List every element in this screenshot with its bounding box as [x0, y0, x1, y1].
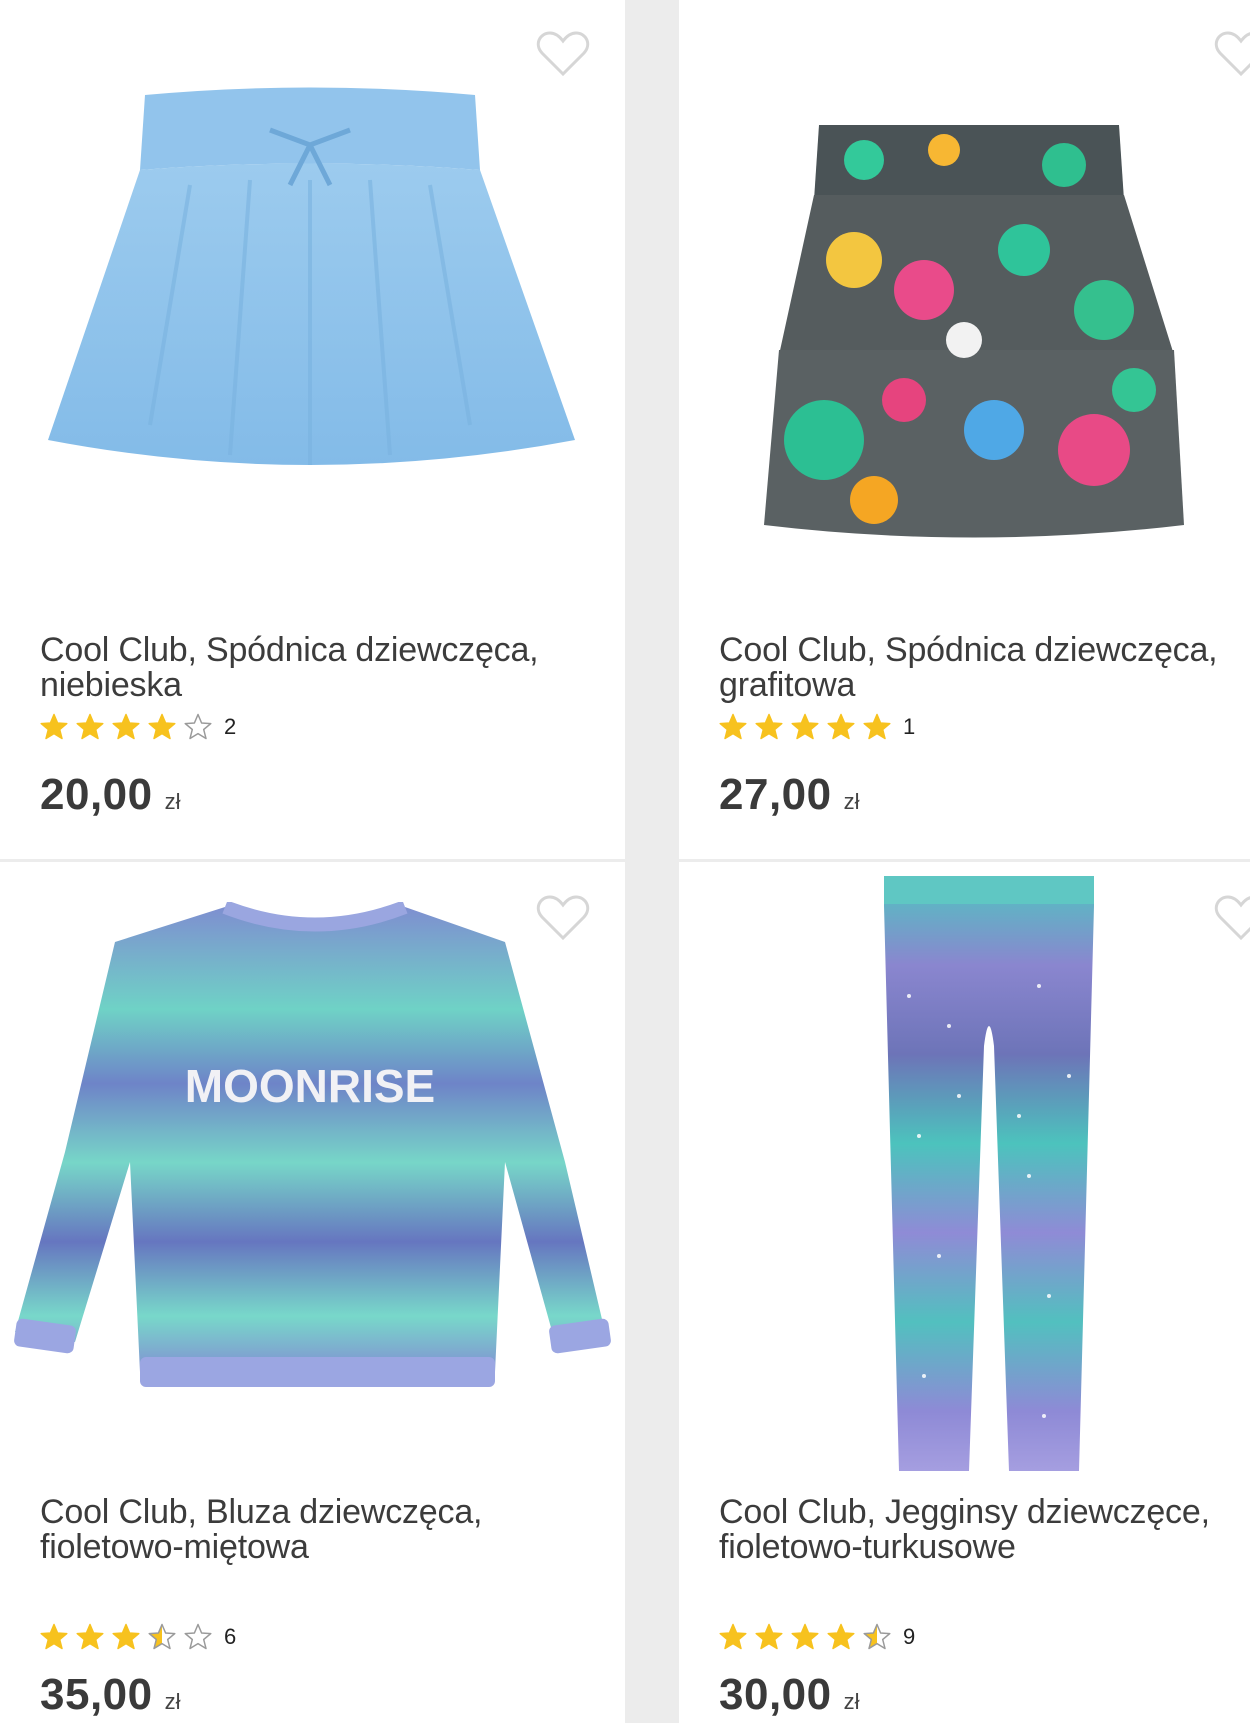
price-currency: zł: [164, 1689, 181, 1714]
star-filled-icon: [148, 713, 176, 740]
product-card[interactable]: Cool Club, Spódnica dziewczęca, grafitow…: [679, 0, 1250, 859]
star-filled-icon: [755, 1623, 783, 1650]
star-half-icon: [863, 1623, 891, 1650]
star-filled-icon: [112, 1623, 140, 1650]
review-count: 9: [903, 1624, 916, 1649]
star-filled-icon: [40, 1623, 68, 1650]
review-count: 2: [224, 714, 237, 739]
price: 27,00 zł: [719, 770, 860, 820]
star-filled-icon: [40, 713, 68, 740]
star-filled-icon: [863, 713, 891, 740]
price-currency: zł: [843, 1689, 860, 1714]
star-filled-icon: [112, 713, 140, 740]
star-filled-icon: [827, 713, 855, 740]
star-filled-icon: [827, 1623, 855, 1650]
star-filled-icon: [791, 1623, 819, 1650]
star-filled-icon: [791, 713, 819, 740]
product-title-line2[interactable]: fioletowo-miętowa: [40, 1530, 580, 1565]
price: 35,00 zł: [40, 1670, 181, 1720]
heart-outline-icon[interactable]: [1214, 30, 1250, 78]
sweatshirt-print: MOONRISE: [185, 1060, 435, 1112]
product-image[interactable]: [879, 876, 1099, 1476]
product-title-line1[interactable]: Cool Club, Spódnica dziewczęca,: [719, 633, 1250, 668]
star-empty-icon: [184, 1623, 212, 1650]
product-title-line2[interactable]: niebieska: [40, 668, 580, 703]
heart-outline-icon[interactable]: [1214, 894, 1250, 942]
product-title-line2[interactable]: grafitowa: [719, 668, 1250, 703]
review-count: 1: [903, 714, 916, 739]
product-card[interactable]: Cool Club, Jegginsy dziewczęce, fioletow…: [679, 862, 1250, 1723]
product-image[interactable]: [764, 120, 1184, 540]
star-filled-icon: [755, 713, 783, 740]
rating: 1: [719, 713, 915, 741]
product-image[interactable]: [40, 85, 585, 495]
price-value: 35,00: [40, 1670, 153, 1719]
price: 30,00 zł: [719, 1670, 860, 1720]
star-filled-icon: [76, 713, 104, 740]
review-count: 6: [224, 1624, 237, 1649]
rating: 2: [40, 713, 236, 741]
price-value: 27,00: [719, 770, 832, 819]
product-image[interactable]: MOONRISE: [5, 902, 620, 1422]
star-filled-icon: [719, 713, 747, 740]
product-title-line1[interactable]: Cool Club, Bluza dziewczęca,: [40, 1495, 580, 1530]
rating: 9: [719, 1623, 915, 1651]
price: 20,00 zł: [40, 770, 181, 820]
rating: 6: [40, 1623, 236, 1651]
price-value: 20,00: [40, 770, 153, 819]
star-half-icon: [148, 1623, 176, 1650]
product-card[interactable]: MOONRISE Cool Club, Bluza dziewczęca, fi…: [0, 862, 625, 1723]
heart-outline-icon[interactable]: [536, 30, 590, 78]
product-title-line1[interactable]: Cool Club, Jegginsy dziewczęce,: [719, 1495, 1250, 1530]
product-title-line2[interactable]: fioletowo-turkusowe: [719, 1530, 1250, 1565]
price-value: 30,00: [719, 1670, 832, 1719]
price-currency: zł: [164, 789, 181, 814]
price-currency: zł: [843, 789, 860, 814]
product-card[interactable]: Cool Club, Spódnica dziewczęca, niebiesk…: [0, 0, 625, 859]
product-title-line1[interactable]: Cool Club, Spódnica dziewczęca,: [40, 633, 580, 668]
star-filled-icon: [719, 1623, 747, 1650]
star-filled-icon: [76, 1623, 104, 1650]
star-empty-icon: [184, 713, 212, 740]
